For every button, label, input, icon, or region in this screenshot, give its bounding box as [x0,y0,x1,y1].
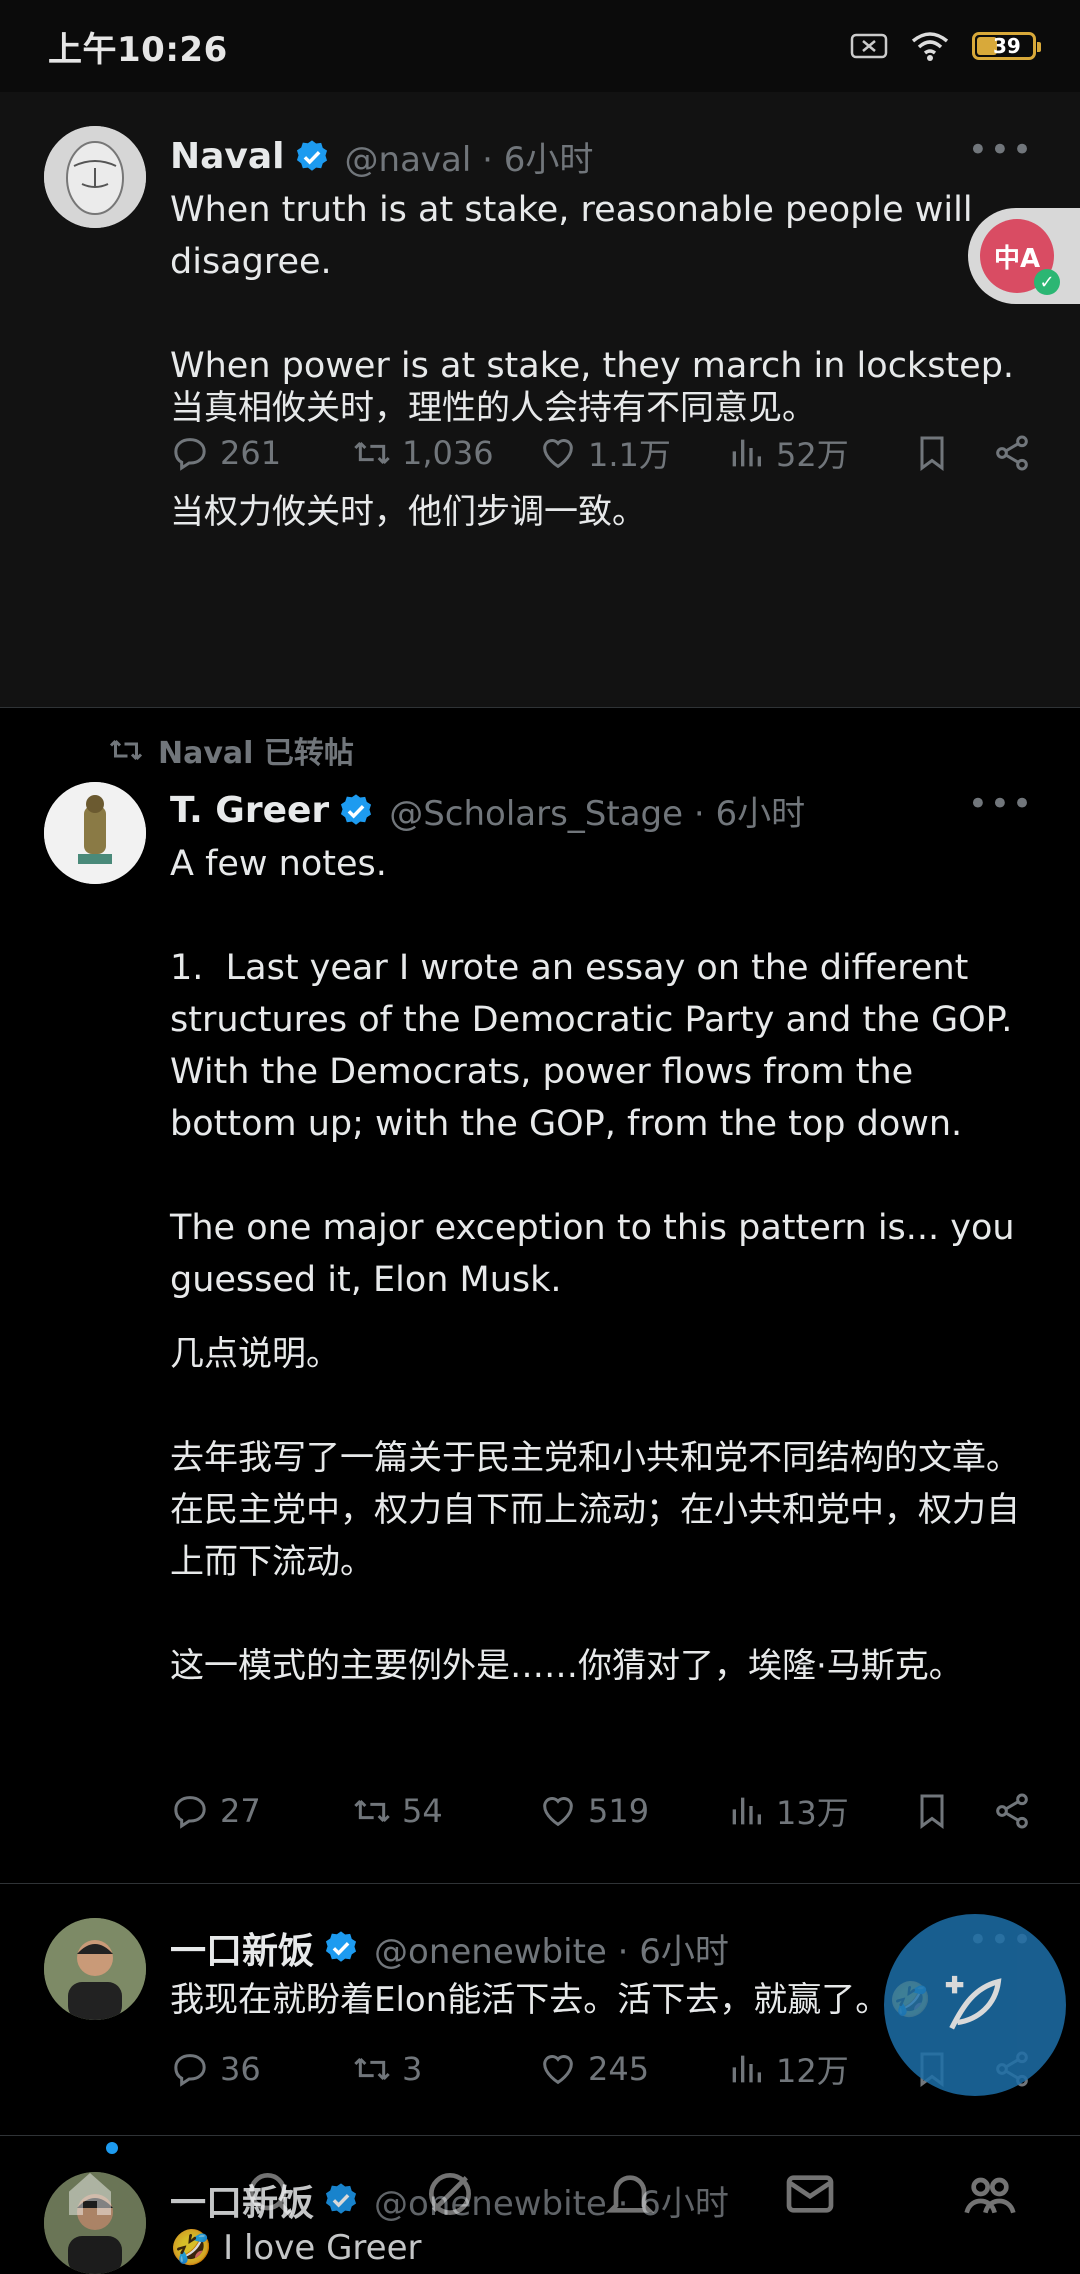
tweet-actions: 261 1,036 1.1万 52万 [170,430,1040,476]
author-handle[interactable]: @naval · 6小时 [345,132,594,181]
translate-icon: 中A ✓ [980,219,1060,295]
search-icon[interactable] [242,2166,298,2222]
retweet-icon [354,1799,390,1823]
battery-icon: 39 [972,32,1041,60]
more-options-icon[interactable]: ••• [968,130,1034,170]
like-button[interactable]: 519 [538,1791,726,1831]
view-count: 13万 [776,1794,849,1832]
reply-count: 36 [220,2050,261,2088]
verified-badge-icon [296,139,327,171]
reply-button[interactable]: 36 [170,2049,352,2089]
like-count: 1.1万 [588,436,671,474]
battery-level: 39 [993,34,1021,58]
view-count: 52万 [776,436,849,474]
status-bar: 上午10:26 39 [0,0,1080,92]
bookmark-button[interactable] [912,1791,992,1831]
messages-envelope-icon[interactable] [782,2166,838,2222]
no-sim-icon [850,33,888,59]
tweet-translation: 几点说明。 去年我写了一篇关于民主党和小共和党不同结构的文章。在民主党中，权力自… [170,1334,1020,1686]
author-handle[interactable]: @onenewbite · 6小时 [374,1924,729,1973]
retweet-icon [109,739,143,761]
retweet-count: 54 [402,1792,443,1830]
like-button[interactable]: 245 [538,2049,726,2089]
heart-icon [543,1797,573,1827]
translate-floating-button[interactable]: 中A ✓ [968,208,1080,304]
tweet-actions: 27 54 519 13万 [170,1788,1040,1834]
avatar[interactable] [44,1918,146,2020]
like-count: 245 [588,2050,650,2088]
more-options-icon[interactable]: ••• [968,784,1034,824]
notifications-bell-icon[interactable] [602,2166,658,2222]
avatar[interactable] [44,782,146,884]
views-button[interactable]: 13万 [726,1788,912,1834]
views-icon [732,439,761,467]
views-icon [732,1797,761,1825]
share-button[interactable] [992,1791,1032,1831]
author-name[interactable]: 一口新饭 [170,1922,314,1974]
wifi-icon [911,32,949,61]
retweet-button[interactable]: 54 [352,1791,538,1831]
heart-icon [543,439,573,469]
views-icon [732,2055,761,2083]
reply-button[interactable]: 27 [170,1791,352,1831]
avatar[interactable] [44,126,146,228]
retweeted-by-label[interactable]: Naval 已转帖 [158,728,354,772]
reply-icon [174,1796,206,1829]
share-icon [996,1793,1028,1829]
author-name[interactable]: Naval [170,136,285,177]
reply-count: 261 [220,434,282,472]
like-count: 519 [588,1792,650,1830]
retweet-button[interactable]: 3 [352,2049,538,2089]
reply-icon [174,2054,206,2087]
bookmark-icon [920,1794,944,1829]
verified-badge-icon [341,793,372,825]
reply-icon [174,438,206,471]
reply-button[interactable]: 261 [170,433,352,473]
view-count: 12万 [776,2052,849,2090]
status-time: 上午10:26 [48,29,228,70]
retweet-icon [354,2057,390,2081]
compose-button[interactable] [884,1914,1066,2096]
grok-icon[interactable] [422,2166,478,2222]
compose-feather-icon [945,1975,1002,2030]
retweet-count: 1,036 [402,434,494,472]
author-name[interactable]: T. Greer [170,790,329,831]
translate-label: 中A [993,243,1041,274]
bookmark-icon [920,436,944,471]
check-icon: ✓ [1034,269,1060,295]
tweet-text: A few notes. 1. Last year I wrote an ess… [170,844,1015,1300]
bottom-navigation [0,2140,1080,2248]
retweet-button[interactable]: 1,036 [352,433,538,473]
reply-count: 27 [220,1792,261,1830]
share-icon [996,435,1028,471]
tweet-card[interactable]: Naval 已转帖 T. Greer @Scholars_Stage · 6小时… [0,708,1080,1884]
views-button[interactable]: 12万 [726,2046,912,2092]
retweet-icon [354,441,390,465]
heart-icon [543,2055,573,2085]
retweeted-by: Naval 已转帖 [108,728,354,772]
share-button[interactable] [992,433,1032,473]
bookmark-button[interactable] [912,433,992,473]
retweet-count: 3 [402,2050,423,2088]
author-handle[interactable]: @Scholars_Stage · 6小时 [389,786,805,835]
tweet-text: When truth is at stake, reasonable peopl… [170,190,1015,386]
communities-icon[interactable] [962,2166,1018,2222]
like-button[interactable]: 1.1万 [538,430,726,476]
views-button[interactable]: 52万 [726,430,912,476]
home-icon[interactable] [62,2166,118,2222]
tweet-card[interactable]: Naval @naval · 6小时 ••• When truth is at … [0,92,1080,708]
verified-badge-icon [325,1931,357,1962]
